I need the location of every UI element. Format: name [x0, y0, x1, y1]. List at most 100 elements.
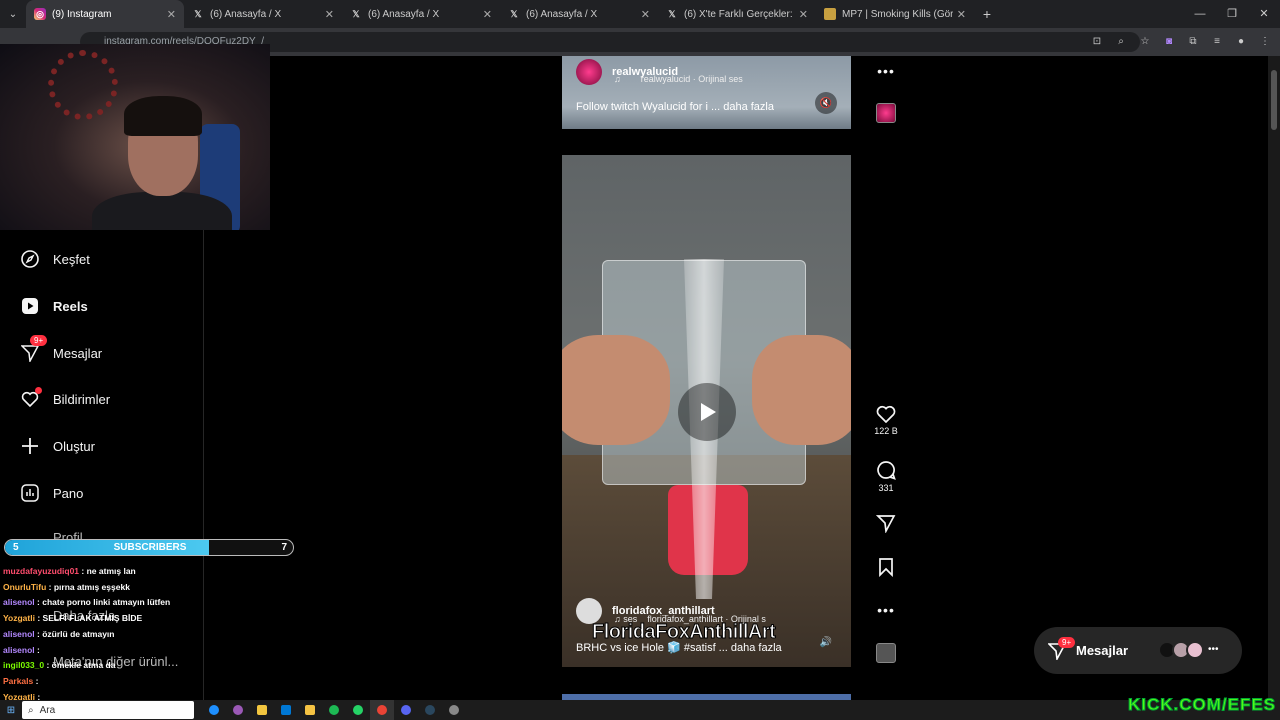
outlook-icon[interactable] — [274, 700, 298, 720]
close-icon[interactable]: ✕ — [167, 8, 176, 21]
reel-audio-thumb[interactable] — [870, 103, 902, 123]
star-icon[interactable]: ☆ — [1138, 32, 1152, 52]
reel-audio[interactable]: ♫ realwyalucid · Orijinal ses — [614, 74, 743, 84]
edge-icon[interactable] — [202, 700, 226, 720]
sidebar-item-label: Pano — [53, 485, 84, 501]
search-icon: ⌕ — [28, 704, 34, 716]
chat-message: alisenol : — [3, 643, 303, 659]
like-count: 122 B — [874, 426, 898, 436]
tab-x-4[interactable]: 𝕏 (6) X'te Farklı Gerçekler: "Asyalı ✕ — [658, 0, 816, 28]
more-options-button[interactable]: ••• — [870, 602, 902, 618]
close-icon[interactable]: ✕ — [957, 8, 966, 21]
profile-icon[interactable]: ● — [1234, 32, 1248, 52]
chrome-icon[interactable] — [370, 700, 394, 720]
tab-x-1[interactable]: 𝕏 (6) Anasayfa / X ✕ — [184, 0, 342, 28]
chat-message: Yozgatli : SELFİ FLAK ATMIŞ BİDE — [3, 611, 303, 627]
discord-icon[interactable] — [394, 700, 418, 720]
extension-icon[interactable]: ◙ — [1162, 32, 1176, 52]
chat-text: : ne atmış lan — [81, 566, 136, 576]
page-scrollbar[interactable] — [1268, 56, 1280, 700]
save-button[interactable] — [870, 557, 902, 577]
chat-message: alisenol : chate porno linki atmayın lüt… — [3, 595, 303, 611]
folder-icon[interactable] — [298, 700, 322, 720]
whatsapp-icon[interactable] — [346, 700, 370, 720]
chat-user: alisenol — [3, 597, 35, 608]
taskbar-search[interactable]: ⌕ Ara — [22, 701, 194, 719]
scrollbar-thumb[interactable] — [1271, 70, 1277, 130]
avatar[interactable] — [576, 59, 602, 85]
comment-button[interactable]: 331 — [870, 460, 902, 493]
audio-thumbnail[interactable] — [876, 103, 896, 123]
chat-message: alisenol : özürlü de atmayın — [3, 627, 303, 643]
messages-popup-button[interactable]: 9+ Mesajlar ••• — [1034, 627, 1242, 674]
compass-icon — [20, 249, 40, 269]
like-button[interactable]: 122 B — [870, 405, 902, 436]
copilot-icon[interactable] — [226, 700, 250, 720]
reel-card[interactable]: floridafox_anthillart ♫ ses floridafox_a… — [562, 155, 851, 667]
volume-icon[interactable]: 🔊 — [815, 631, 837, 653]
install-icon[interactable]: ⊡ — [1090, 32, 1104, 52]
sidebar-item-label: Keşfet — [53, 251, 90, 267]
store-icon[interactable] — [250, 700, 274, 720]
close-icon[interactable]: ✕ — [325, 8, 334, 21]
play-button[interactable] — [678, 383, 736, 441]
messages-label: Mesajlar — [1076, 643, 1129, 658]
reel-card[interactable]: realwyalucid ♫ realwyalucid · Orijinal s… — [562, 56, 851, 129]
settings-icon[interactable] — [442, 700, 466, 720]
reel-caption[interactable]: Follow twitch Wyalucid for i ... daha fa… — [576, 101, 774, 113]
tab-title: (6) Anasayfa / X — [210, 8, 282, 20]
share-button[interactable] — [870, 513, 902, 533]
steam-icon[interactable] — [418, 700, 442, 720]
zoom-icon[interactable]: ⌕ — [1114, 32, 1128, 52]
new-tab-button[interactable]: + — [974, 6, 1000, 22]
sidebar-item-notifications[interactable]: Bildirimler — [20, 387, 111, 409]
sidebar-item-label: Bildirimler — [53, 391, 111, 407]
avatar — [1186, 641, 1204, 659]
sidebar-item-messages[interactable]: 9+ Mesajlar — [20, 335, 102, 363]
sidebar-item-dashboard[interactable]: Pano — [20, 483, 83, 503]
sidebar-item-explore[interactable]: Keşfet — [20, 249, 90, 269]
menu-icon[interactable]: ⋮ — [1258, 32, 1272, 52]
streamer-hair — [124, 96, 202, 136]
tab-csgo[interactable]: MP7 | Smoking Kills (Görevde K ✕ — [816, 0, 974, 28]
x-icon: 𝕏 — [510, 8, 518, 19]
sidebar-item-reels[interactable]: Reels — [20, 296, 88, 316]
close-icon[interactable]: ✕ — [641, 8, 650, 21]
reel-audio-text: realwyalucid · Orijinal ses — [640, 74, 743, 84]
close-window-icon[interactable]: ✕ — [1248, 0, 1280, 28]
notification-dot — [35, 387, 42, 394]
tab-instagram[interactable]: ◎ (9) Instagram ✕ — [26, 0, 184, 28]
close-icon[interactable]: ✕ — [483, 8, 492, 21]
mute-icon[interactable]: 🔇 — [815, 92, 837, 114]
media-icon[interactable]: ≡ — [1210, 32, 1224, 52]
tab-title: (6) Anasayfa / X — [368, 8, 440, 20]
sidebar-item-create[interactable]: Oluştur — [20, 436, 95, 456]
sidebar-item-label: Oluştur — [53, 438, 95, 454]
taskbar-search-label: Ara — [39, 704, 56, 716]
windows-start-icon[interactable]: ⊞ — [0, 705, 22, 716]
reel-audio-thumb[interactable] — [870, 643, 902, 663]
restore-icon[interactable]: ❐ — [1216, 0, 1248, 28]
reel-caption[interactable]: BRHC vs ice Hole 🧊 #satisf ... daha fazl… — [576, 641, 782, 654]
dashboard-icon — [20, 483, 40, 503]
spotify-icon[interactable] — [322, 700, 346, 720]
tab-x-2[interactable]: 𝕏 (6) Anasayfa / X ✕ — [342, 0, 500, 28]
audio-thumbnail[interactable] — [876, 643, 896, 663]
close-icon[interactable]: ✕ — [799, 8, 808, 21]
heart-icon — [20, 387, 42, 409]
tab-x-3[interactable]: 𝕏 (6) Anasayfa / X ✕ — [500, 0, 658, 28]
x-icon: 𝕏 — [668, 8, 676, 19]
comment-count: 331 — [878, 483, 894, 493]
chat-text: : özürlü de atmayın — [37, 628, 115, 639]
minimize-icon[interactable]: — — [1184, 0, 1216, 28]
tab-search-icon[interactable]: ⌄ — [0, 0, 26, 28]
more-options-button[interactable]: ••• — [870, 63, 902, 79]
chat-user: Yozgatli — [3, 613, 35, 624]
puzzle-icon[interactable]: ⧉ — [1186, 32, 1200, 52]
paper-plane-icon — [876, 515, 896, 533]
chat-user: ingil033_0 — [3, 660, 45, 671]
sidebar-item-label: Reels — [53, 298, 88, 314]
chat-text: : pırna atmış eşşekk — [48, 581, 130, 592]
notification-badge: 9+ — [1058, 637, 1076, 648]
chat-text: : chate porno linki atmayın lütfen — [37, 597, 171, 608]
